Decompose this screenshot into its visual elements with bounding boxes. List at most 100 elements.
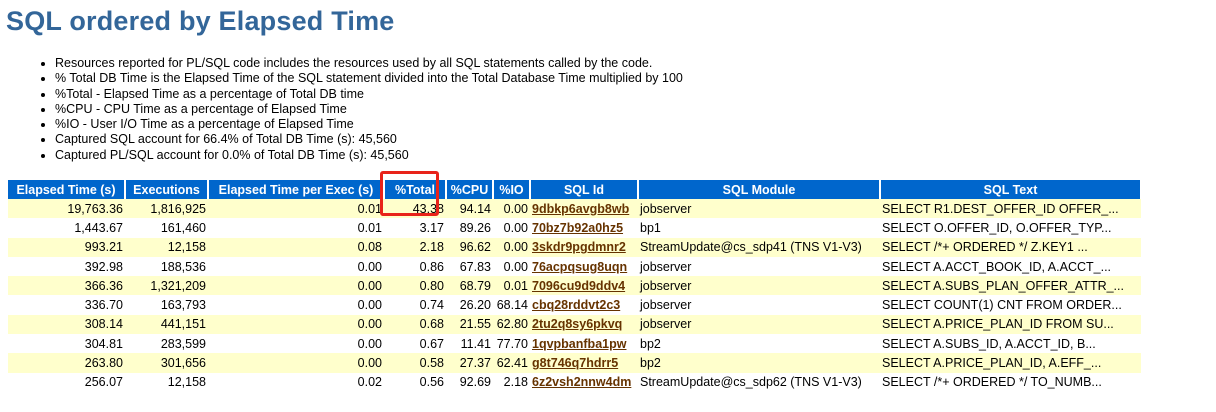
sql-elapsed-table: Elapsed Time (s) Executions Elapsed Time… bbox=[8, 180, 1142, 392]
cell-executions: 301,656 bbox=[125, 353, 208, 373]
sql-id-link[interactable]: 7096cu9d9ddv4 bbox=[532, 279, 625, 293]
sql-id-link[interactable]: 76acpqsug8uqn bbox=[532, 260, 627, 274]
sql-id-link[interactable]: 1qvpbanfba1pw bbox=[532, 337, 626, 351]
sql-id-link[interactable]: 6z2vsh2nnw4dm bbox=[532, 375, 631, 389]
cell-sql-module: StreamUpdate@cs_sdp62 (TNS V1-V3) bbox=[638, 372, 880, 392]
cell-pct-io: 77.70 bbox=[493, 334, 530, 354]
cell-sql-id: 2tu2q8sy6pkvq bbox=[530, 314, 638, 335]
cell-sql-module: jobserver bbox=[638, 256, 880, 277]
cell-executions: 12,158 bbox=[125, 237, 208, 257]
cell-sql-id: 70bz7b92a0hz5 bbox=[530, 218, 638, 238]
cell-pct-io: 2.18 bbox=[493, 372, 530, 392]
cell-executions: 1,816,925 bbox=[125, 199, 208, 219]
cell-sql-id: 9dbkp6avgb8wb bbox=[530, 199, 638, 219]
cell-pct-io: 0.00 bbox=[493, 256, 530, 277]
cell-elapsed-per-exec: 0.00 bbox=[208, 256, 384, 277]
cell-executions: 283,599 bbox=[125, 334, 208, 354]
cell-executions: 161,460 bbox=[125, 218, 208, 238]
notes-list: Resources reported for PL/SQL code inclu… bbox=[22, 56, 683, 163]
cell-sql-text: SELECT COUNT(1) CNT FROM ORDER... bbox=[880, 295, 1141, 315]
cell-elapsed-time: 366.36 bbox=[8, 276, 125, 296]
cell-pct-total: 0.56 bbox=[384, 372, 446, 392]
cell-pct-total: 43.38 bbox=[384, 199, 446, 219]
cell-elapsed-time: 308.14 bbox=[8, 314, 125, 335]
cell-elapsed-per-exec: 0.08 bbox=[208, 237, 384, 257]
cell-sql-text: SELECT O.OFFER_ID, O.OFFER_TYP... bbox=[880, 218, 1141, 238]
table-row: 993.21 12,158 0.08 2.18 96.62 0.00 3skdr… bbox=[8, 237, 1141, 257]
col-header-sql-module: SQL Module bbox=[638, 180, 881, 199]
sql-id-link[interactable]: cbq28rddvt2c3 bbox=[532, 298, 620, 312]
note-item: Resources reported for PL/SQL code inclu… bbox=[55, 56, 683, 71]
cell-elapsed-per-exec: 0.01 bbox=[208, 199, 384, 219]
cell-elapsed-per-exec: 0.00 bbox=[208, 353, 384, 373]
cell-sql-id: g8t746q7hdrr5 bbox=[530, 353, 638, 373]
table-row: 336.70 163,793 0.00 0.74 26.20 68.14 cbq… bbox=[8, 295, 1141, 315]
cell-elapsed-per-exec: 0.00 bbox=[208, 276, 384, 296]
note-item: %CPU - CPU Time as a percentage of Elaps… bbox=[55, 102, 683, 117]
col-header-elapsed-per-exec: Elapsed Time per Exec (s) bbox=[208, 180, 385, 199]
cell-pct-cpu: 94.14 bbox=[446, 199, 493, 219]
cell-elapsed-time: 19,763.36 bbox=[8, 199, 125, 219]
cell-elapsed-time: 304.81 bbox=[8, 334, 125, 354]
col-header-pct-io: %IO bbox=[493, 180, 531, 199]
col-header-sql-id: SQL Id bbox=[530, 180, 639, 199]
cell-executions: 441,151 bbox=[125, 314, 208, 335]
cell-sql-module: jobserver bbox=[638, 199, 880, 219]
col-header-pct-cpu: %CPU bbox=[446, 180, 494, 199]
cell-pct-io: 0.00 bbox=[493, 218, 530, 238]
table-row: 1,443.67 161,460 0.01 3.17 89.26 0.00 70… bbox=[8, 218, 1141, 238]
cell-pct-total: 3.17 bbox=[384, 218, 446, 238]
cell-sql-text: SELECT A.SUBS_PLAN_OFFER_ATTR_... bbox=[880, 276, 1141, 296]
sql-id-link[interactable]: 3skdr9pgdmnr2 bbox=[532, 240, 626, 254]
cell-elapsed-time: 263.80 bbox=[8, 353, 125, 373]
cell-sql-module: bp2 bbox=[638, 353, 880, 373]
cell-executions: 12,158 bbox=[125, 372, 208, 392]
table-row: 392.98 188,536 0.00 0.86 67.83 0.00 76ac… bbox=[8, 256, 1141, 277]
cell-elapsed-per-exec: 0.00 bbox=[208, 334, 384, 354]
table-row: 308.14 441,151 0.00 0.68 21.55 62.80 2tu… bbox=[8, 314, 1141, 335]
cell-pct-total: 0.74 bbox=[384, 295, 446, 315]
sql-id-link[interactable]: 70bz7b92a0hz5 bbox=[532, 221, 623, 235]
cell-sql-text: SELECT A.SUBS_ID, A.ACCT_ID, B... bbox=[880, 334, 1141, 354]
cell-elapsed-per-exec: 0.00 bbox=[208, 314, 384, 335]
cell-executions: 163,793 bbox=[125, 295, 208, 315]
cell-sql-id: 3skdr9pgdmnr2 bbox=[530, 237, 638, 257]
cell-sql-text: SELECT A.PRICE_PLAN_ID, A.EFF_... bbox=[880, 353, 1141, 373]
cell-pct-cpu: 96.62 bbox=[446, 237, 493, 257]
cell-elapsed-time: 1,443.67 bbox=[8, 218, 125, 238]
cell-sql-module: bp2 bbox=[638, 334, 880, 354]
note-item: %IO - User I/O Time as a percentage of E… bbox=[55, 117, 683, 132]
sql-id-link[interactable]: g8t746q7hdrr5 bbox=[532, 356, 618, 370]
cell-elapsed-time: 256.07 bbox=[8, 372, 125, 392]
cell-sql-module: jobserver bbox=[638, 276, 880, 296]
cell-pct-cpu: 92.69 bbox=[446, 372, 493, 392]
cell-elapsed-time: 336.70 bbox=[8, 295, 125, 315]
cell-elapsed-per-exec: 0.01 bbox=[208, 218, 384, 238]
cell-pct-total: 0.86 bbox=[384, 256, 446, 277]
table-row: 366.36 1,321,209 0.00 0.80 68.79 0.01 70… bbox=[8, 276, 1141, 296]
note-item: % Total DB Time is the Elapsed Time of t… bbox=[55, 71, 683, 86]
cell-pct-io: 68.14 bbox=[493, 295, 530, 315]
cell-pct-io: 62.80 bbox=[493, 314, 530, 335]
cell-pct-total: 0.58 bbox=[384, 353, 446, 373]
cell-executions: 1,321,209 bbox=[125, 276, 208, 296]
cell-sql-module: bp1 bbox=[638, 218, 880, 238]
col-header-executions: Executions bbox=[125, 180, 209, 199]
cell-pct-cpu: 11.41 bbox=[446, 334, 493, 354]
cell-pct-cpu: 89.26 bbox=[446, 218, 493, 238]
cell-sql-text: SELECT /*+ ORDERED */ TO_NUMB... bbox=[880, 372, 1141, 392]
page-title: SQL ordered by Elapsed Time bbox=[6, 6, 395, 36]
cell-pct-io: 0.00 bbox=[493, 237, 530, 257]
table-header-row: Elapsed Time (s) Executions Elapsed Time… bbox=[8, 180, 1142, 199]
cell-sql-text: SELECT R1.DEST_OFFER_ID OFFER_... bbox=[880, 199, 1141, 219]
cell-pct-cpu: 21.55 bbox=[446, 314, 493, 335]
cell-pct-cpu: 68.79 bbox=[446, 276, 493, 296]
cell-sql-id: 76acpqsug8uqn bbox=[530, 256, 638, 277]
cell-elapsed-per-exec: 0.00 bbox=[208, 295, 384, 315]
sql-id-link[interactable]: 9dbkp6avgb8wb bbox=[532, 202, 629, 216]
cell-elapsed-time: 993.21 bbox=[8, 237, 125, 257]
sql-id-link[interactable]: 2tu2q8sy6pkvq bbox=[532, 317, 622, 331]
cell-pct-cpu: 27.37 bbox=[446, 353, 493, 373]
cell-sql-text: SELECT /*+ ORDERED */ Z.KEY1 ... bbox=[880, 237, 1141, 257]
cell-pct-io: 62.41 bbox=[493, 353, 530, 373]
